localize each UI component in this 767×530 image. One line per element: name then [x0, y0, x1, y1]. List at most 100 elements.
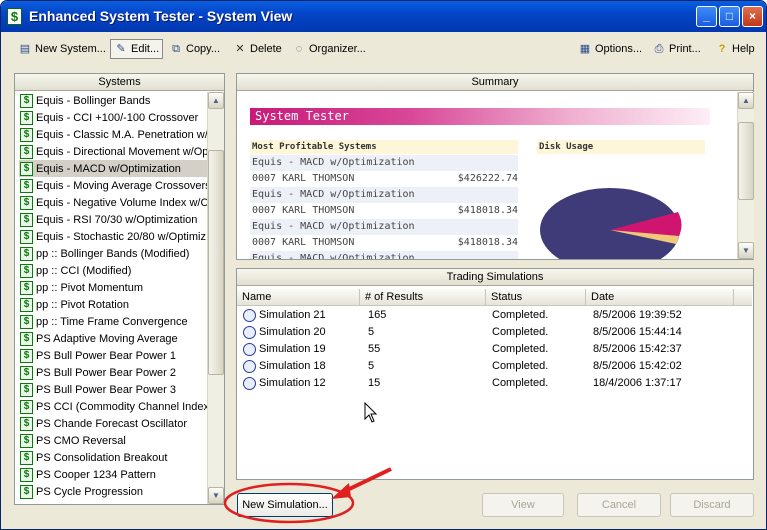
copy-button[interactable]: ⧉ Copy...: [166, 39, 223, 59]
simulation-row[interactable]: Simulation 20 5 Completed. 8/5/2006 15:44:1…: [237, 324, 752, 341]
profitable-system-id: 0007 KARL THOMSON: [252, 205, 355, 216]
dollar-icon: $: [20, 314, 33, 329]
system-list-item[interactable]: $ Equis - Stochastic 20/80 w/Optimiz: [19, 228, 207, 245]
system-label: PS Consolidation Breakout: [36, 451, 168, 464]
main-window: $ Enhanced System Tester - System View _…: [0, 0, 767, 530]
column-name[interactable]: Name: [237, 289, 360, 306]
summary-scrollbar[interactable]: ▲ ▼: [737, 92, 754, 259]
dollar-icon: $: [20, 110, 33, 125]
summary-scroll-up-icon[interactable]: ▲: [738, 92, 754, 109]
help-button[interactable]: ? Help: [712, 39, 758, 59]
simulation-row[interactable]: Simulation 21 165 Completed. 8/5/2006 19:39…: [237, 307, 752, 324]
simulation-row[interactable]: Simulation 12 15 Completed. 18/4/2006 1:37:…: [237, 375, 752, 392]
column-results[interactable]: # of Results: [360, 289, 486, 306]
scroll-up-icon[interactable]: ▲: [208, 92, 224, 109]
edit-label: Edit...: [131, 43, 160, 55]
simulation-icon: [243, 309, 256, 322]
system-list-item[interactable]: $ PS Consolidation Breakout: [19, 449, 207, 466]
sim-status: Completed.: [492, 360, 549, 372]
column-status[interactable]: Status: [486, 289, 586, 306]
system-list-item[interactable]: $ pp :: Pivot Rotation: [19, 296, 207, 313]
system-list-item[interactable]: $ pp :: Time Frame Convergence: [19, 313, 207, 330]
dollar-icon: $: [20, 433, 33, 448]
system-list-item[interactable]: $ Equis - MACD w/Optimization: [19, 160, 207, 177]
profitable-system-row: 0007 KARL THOMSON $426222.74: [250, 171, 518, 187]
delete-button[interactable]: ✕ Delete: [230, 39, 285, 59]
summary-scroll-down-icon[interactable]: ▼: [738, 242, 754, 259]
profitable-system-name: Equis - MACD w/Optimization: [250, 187, 518, 203]
system-list-item[interactable]: $ Equis - Directional Movement w/Op: [19, 143, 207, 160]
system-list-item[interactable]: $ PS Adaptive Moving Average: [19, 330, 207, 347]
systems-scrollbar[interactable]: ▲ ▼: [207, 92, 224, 504]
summary-header: Summary: [237, 74, 753, 91]
simulation-icon: [243, 326, 256, 339]
sim-results: 15: [368, 377, 381, 389]
edit-button[interactable]: ✎ Edit...: [110, 39, 164, 59]
profitable-system-name: Equis - MACD w/Optimization: [250, 251, 518, 259]
organizer-icon: ◌: [295, 43, 303, 55]
cancel-button[interactable]: Cancel: [577, 493, 661, 517]
report-banner: System Tester: [250, 108, 710, 125]
summary-scroll-thumb[interactable]: [738, 122, 754, 200]
system-list-item[interactable]: $ PS Cycle Progression: [19, 483, 207, 500]
simulation-icon: [243, 360, 256, 373]
system-list-item[interactable]: $ pp :: Pivot Momentum: [19, 279, 207, 296]
print-button[interactable]: ⎙ Print...: [649, 39, 704, 59]
profitable-system-amount: $418018.34: [457, 237, 518, 248]
view-button[interactable]: View: [482, 493, 564, 517]
dollar-icon: $: [20, 331, 33, 346]
system-list-item[interactable]: $ PS Bull Power Bear Power 3: [19, 381, 207, 398]
summary-report: System Tester Most Profitable Systems Di…: [238, 92, 736, 259]
options-button[interactable]: ▦ Options...: [575, 39, 645, 59]
sim-results: 5: [368, 326, 375, 338]
column-date[interactable]: Date: [586, 289, 734, 306]
system-list-item[interactable]: $ Equis - Classic M.A. Penetration w/O: [19, 126, 207, 143]
new-system-button[interactable]: ▤ New System...: [15, 39, 109, 59]
system-list-item[interactable]: $ pp :: Bollinger Bands (Modified): [19, 245, 207, 262]
system-list-item[interactable]: $ PS Cooper 1234 Pattern: [19, 466, 207, 483]
pencil-icon: ✎: [116, 43, 126, 55]
system-label: pp :: Pivot Momentum: [36, 281, 143, 294]
system-list-item[interactable]: $ pp :: CCI (Modified): [19, 262, 207, 279]
scroll-down-icon[interactable]: ▼: [208, 487, 224, 504]
sim-name: Simulation 20: [259, 326, 326, 338]
system-list-item[interactable]: $ PS Chande Forecast Oscillator: [19, 415, 207, 432]
system-label: Equis - Classic M.A. Penetration w/O: [36, 128, 207, 141]
system-label: Equis - Moving Average Crossovers: [36, 179, 207, 192]
sim-date: 8/5/2006 15:44:14: [593, 326, 682, 338]
system-list-item[interactable]: $ Equis - Bollinger Bands: [19, 92, 207, 109]
system-list-item[interactable]: $ Equis - CCI +100/-100 Crossover: [19, 109, 207, 126]
new-system-icon: ▤: [19, 43, 31, 55]
simulation-icon: [243, 343, 256, 356]
simulation-row[interactable]: Simulation 19 55 Completed. 8/5/2006 15:42:…: [237, 341, 752, 358]
maximize-button[interactable]: □: [719, 6, 740, 27]
most-profitable-header: Most Profitable Systems: [250, 140, 518, 154]
system-list-item[interactable]: $ Equis - Negative Volume Index w/C: [19, 194, 207, 211]
discard-button[interactable]: Discard: [670, 493, 754, 517]
system-list-item[interactable]: $ Equis - RSI 70/30 w/Optimization: [19, 211, 207, 228]
system-list-item[interactable]: $ PS Bull Power Bear Power 2: [19, 364, 207, 381]
dollar-icon: $: [20, 144, 33, 159]
title-bar: $ Enhanced System Tester - System View _…: [1, 1, 766, 32]
system-list-item[interactable]: $ PS CMO Reversal: [19, 432, 207, 449]
systems-header: Systems: [15, 74, 224, 91]
dollar-icon: $: [20, 416, 33, 431]
sim-status: Completed.: [492, 343, 549, 355]
organizer-button[interactable]: ◌ Organizer...: [289, 39, 369, 59]
sim-results: 5: [368, 360, 375, 372]
copy-icon: ⧉: [172, 43, 180, 55]
simulation-row[interactable]: Simulation 18 5 Completed. 8/5/2006 15:42:0…: [237, 358, 752, 375]
system-list-item[interactable]: $ Equis - Moving Average Crossovers: [19, 177, 207, 194]
toolbar: ▤ New System... ✎ Edit... ⧉ Copy... ✕ Delete…: [1, 34, 766, 64]
system-list-item[interactable]: $ PS CCI (Commodity Channel Index): [19, 398, 207, 415]
dollar-icon: $: [20, 127, 33, 142]
close-button[interactable]: ×: [742, 6, 763, 27]
systems-scroll-thumb[interactable]: [208, 150, 224, 375]
dollar-icon: $: [20, 399, 33, 414]
options-label: Options...: [595, 43, 643, 55]
sim-name: Simulation 12: [259, 377, 326, 389]
minimize-button[interactable]: _: [696, 6, 717, 27]
system-list-item[interactable]: $ PS Bull Power Bear Power 1: [19, 347, 207, 364]
help-icon: ?: [718, 43, 726, 55]
dollar-icon: $: [20, 297, 33, 312]
